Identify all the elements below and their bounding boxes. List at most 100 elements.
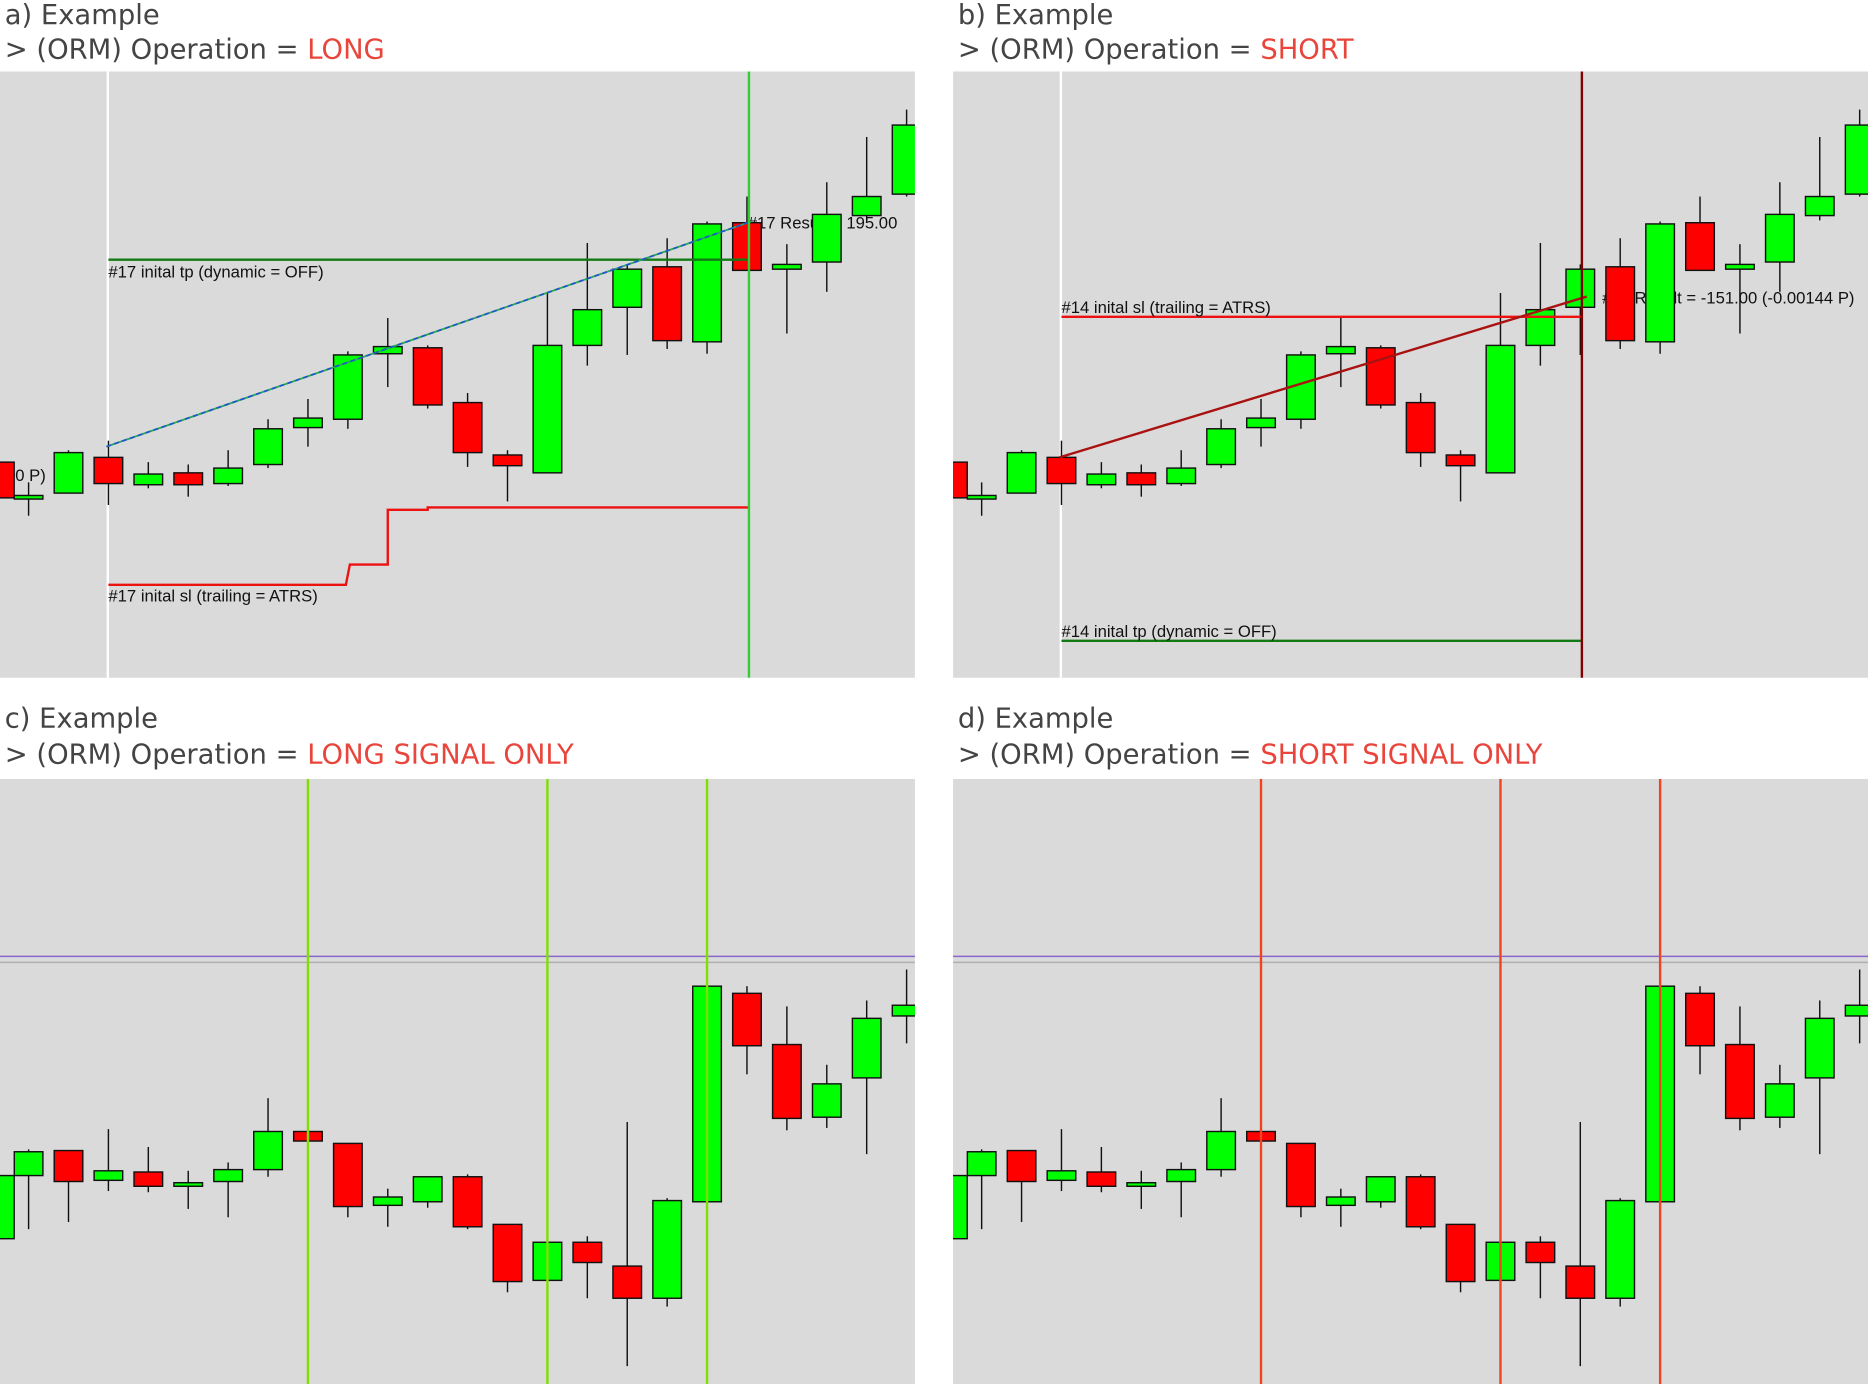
candle [213, 467, 244, 485]
candle [1685, 992, 1716, 1047]
candle [851, 1017, 882, 1079]
chart-panel-d [953, 778, 1868, 1384]
candle [1764, 1083, 1795, 1118]
candle [452, 1176, 483, 1228]
candle [1046, 456, 1077, 485]
subtitle-prefix: > (ORM) Operation = [5, 34, 308, 65]
candle [1285, 1142, 1316, 1208]
candle [1485, 344, 1516, 474]
candle [173, 1181, 204, 1188]
chart-panel-b: #14 Result = -151.00 (-0.00144 P) #14 ini… [953, 71, 1868, 678]
candle [253, 428, 284, 466]
candle [213, 1168, 244, 1183]
panel-a-title: a) Example [5, 0, 160, 31]
candle [1166, 467, 1197, 485]
chart-panel-c [0, 778, 915, 1384]
candle [93, 456, 124, 485]
panel-b-subtitle: > (ORM) Operation = SHORT [958, 34, 1354, 65]
candle-partial [0, 461, 15, 499]
candle [1844, 1004, 1868, 1017]
trade-result-label: #14 Result = -151.00 (-0.00144 P) [1602, 289, 1854, 308]
candle [1325, 1196, 1356, 1207]
candle [372, 1196, 403, 1207]
panel-b-title: b) Example [958, 0, 1114, 31]
candle [1525, 308, 1556, 347]
candle [1804, 195, 1835, 217]
candle [492, 1223, 523, 1283]
operation-value: SHORT [1260, 34, 1354, 65]
candle [492, 454, 523, 467]
candle [1086, 473, 1117, 486]
candle [771, 1043, 802, 1120]
candle [133, 1171, 164, 1188]
candle [1685, 222, 1716, 272]
candle [412, 347, 443, 406]
candle [53, 1149, 84, 1183]
candle [851, 195, 882, 217]
candle [173, 472, 204, 486]
candle [612, 268, 643, 309]
operation-value: SHORT SIGNAL ONLY [1260, 739, 1542, 770]
subtitle-prefix: > (ORM) Operation = [958, 34, 1261, 65]
candle [53, 451, 84, 494]
candle [13, 494, 44, 500]
panel-d-title: d) Example [958, 704, 1114, 735]
candle [771, 263, 802, 270]
candle [1724, 1043, 1755, 1120]
subtitle-prefix: > (ORM) Operation = [958, 739, 1261, 770]
candle [1365, 1176, 1396, 1203]
candle [532, 344, 563, 474]
operation-value: LONG SIGNAL ONLY [307, 739, 574, 770]
candle [292, 417, 323, 429]
candle [332, 354, 363, 420]
candle [1405, 1176, 1436, 1228]
candle [1645, 223, 1676, 343]
candle [966, 494, 997, 500]
candle [652, 266, 683, 342]
candle [692, 223, 723, 343]
candle [891, 1004, 915, 1017]
candle [1804, 1017, 1835, 1079]
stop-loss-label: #14 inital sl (trailing = ATRS) [1061, 298, 1270, 317]
candle [612, 1265, 643, 1299]
candle [1126, 472, 1157, 486]
candle [93, 1170, 124, 1182]
panel-c-title: c) Example [5, 704, 158, 735]
candle [1206, 428, 1237, 466]
panel-d-subtitle: > (ORM) Operation = SHORT SIGNAL ONLY [958, 739, 1543, 770]
candle [811, 1083, 842, 1118]
candle [1724, 263, 1755, 270]
candle [1246, 417, 1277, 429]
candle [652, 1199, 683, 1299]
candle [412, 1176, 443, 1203]
panel-c-subtitle: > (ORM) Operation = LONG SIGNAL ONLY [5, 739, 574, 770]
candle [1046, 1170, 1077, 1182]
candle [452, 401, 483, 454]
candle [13, 1151, 44, 1177]
candle [811, 213, 842, 263]
candle [572, 1241, 603, 1264]
candle [891, 124, 915, 195]
candle [1086, 1171, 1117, 1188]
candle [572, 308, 603, 347]
operation-value: LONG [307, 34, 385, 65]
candle [1006, 1149, 1037, 1183]
take-profit-label: #14 inital tp (dynamic = OFF) [1061, 622, 1276, 641]
candle [1206, 1130, 1237, 1171]
candle [1605, 1199, 1636, 1299]
candle [1006, 451, 1037, 494]
candle [1445, 454, 1476, 467]
candle [731, 992, 762, 1047]
candle [332, 1142, 363, 1208]
candle [1325, 345, 1356, 355]
candle [1405, 401, 1436, 454]
candle [1565, 1265, 1596, 1299]
candle [253, 1130, 284, 1171]
panel-a-subtitle: > (ORM) Operation = LONG [5, 34, 385, 65]
candle [1445, 1223, 1476, 1283]
chart-panel-a: 00 P)#17 Result = 195.00#17 inital tp (d… [0, 71, 915, 678]
candle [1764, 213, 1795, 263]
candle [1126, 1181, 1157, 1188]
candle [1605, 266, 1636, 342]
candle [1525, 1241, 1556, 1264]
